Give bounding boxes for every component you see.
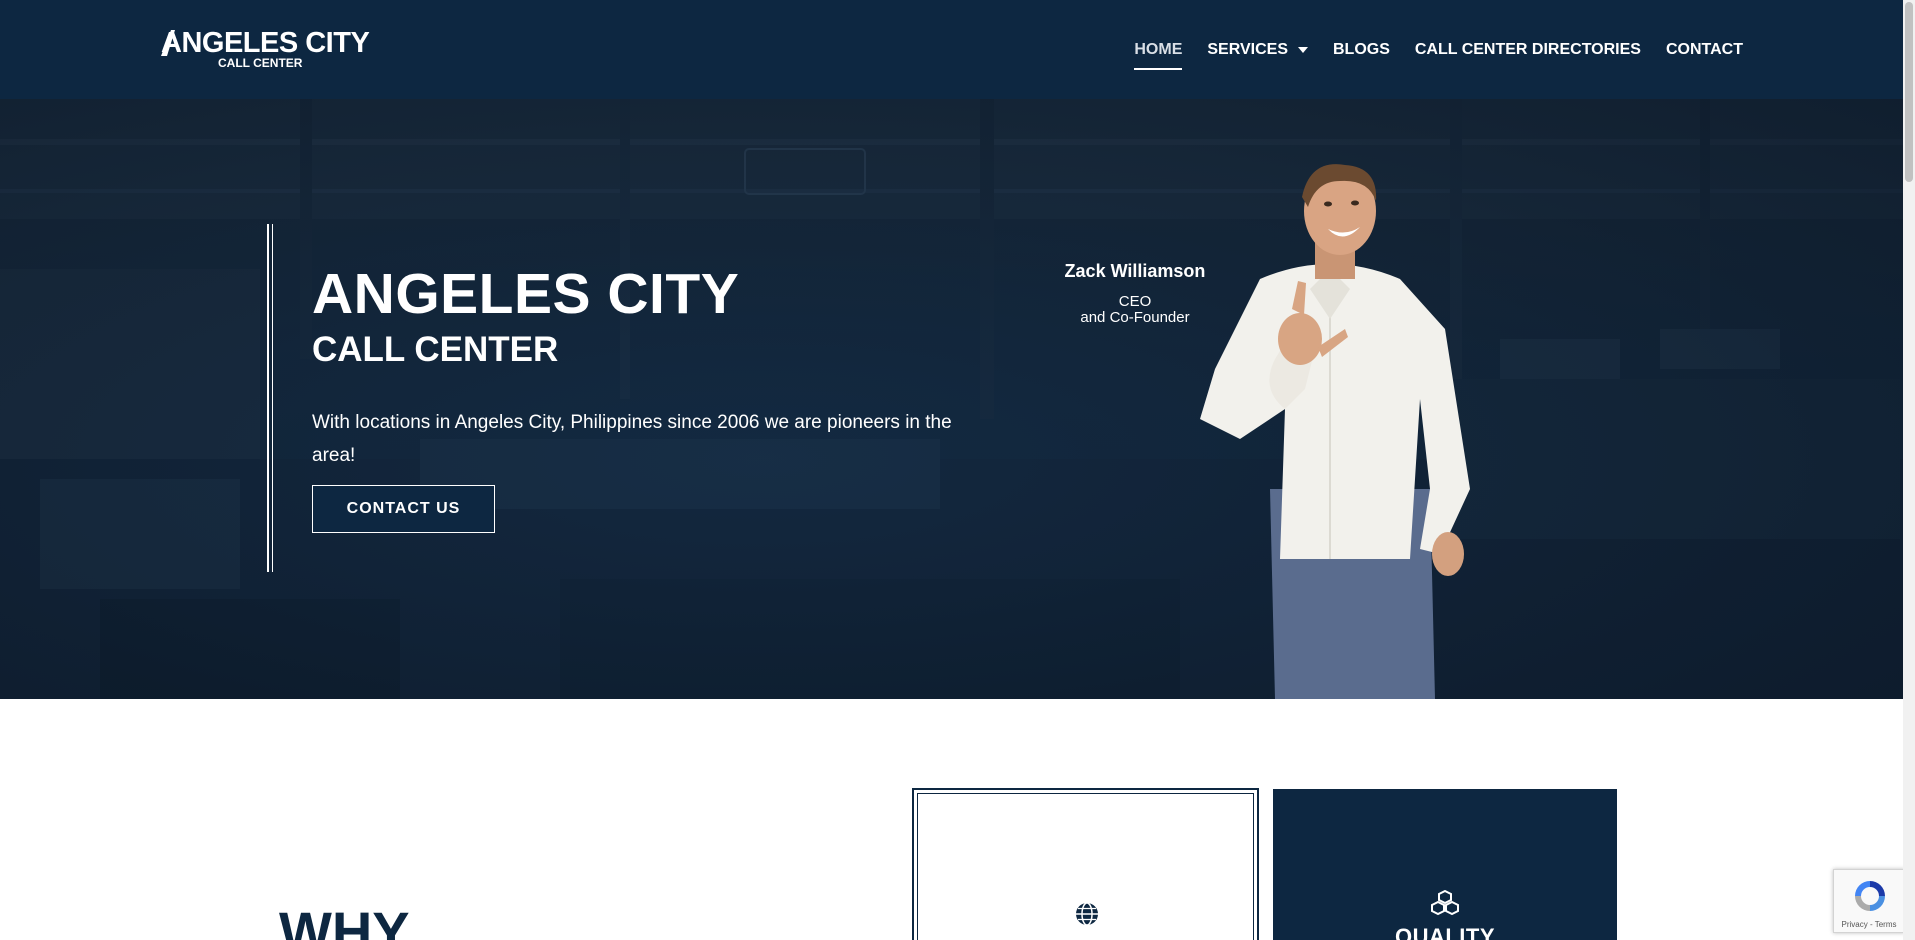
- site-header: ANGELES CITY CALL CENTER HOME SERVICES B…: [0, 0, 1903, 99]
- contact-us-button[interactable]: CONTACT US: [312, 485, 495, 533]
- nav-contact[interactable]: CONTACT: [1666, 30, 1743, 70]
- ceo-photo: [1200, 164, 1470, 699]
- nav-home-label: HOME: [1134, 40, 1183, 58]
- nav-blogs-label: BLOGS: [1332, 40, 1390, 58]
- recaptcha-links: Privacy - Terms: [1834, 920, 1904, 929]
- hero-accent-line: [267, 224, 269, 572]
- nav-directories-label: CALL CENTER DIRECTORIES: [1414, 40, 1641, 58]
- hero-subtitle: CALL CENTER: [312, 330, 559, 369]
- nav-services-label: SERVICES: [1207, 40, 1288, 58]
- nav-directories[interactable]: CALL CENTER DIRECTORIES: [1415, 30, 1641, 70]
- hero-section: ANGELES CITY CALL CENTER With locations …: [0, 99, 1903, 699]
- scrollbar-thumb[interactable]: [1905, 2, 1913, 182]
- page-scrollbar[interactable]: [1903, 0, 1915, 940]
- main-nav: HOME SERVICES BLOGS CALL CENTER DIRECTOR…: [1109, 0, 1743, 99]
- hero-overlay: [0, 99, 1903, 699]
- feature-card-quality: QUALITY: [1273, 789, 1617, 940]
- nav-services[interactable]: SERVICES: [1207, 30, 1308, 70]
- recaptcha-badge[interactable]: Privacy - Terms: [1833, 869, 1905, 933]
- nav-home[interactable]: HOME: [1134, 30, 1183, 70]
- cubes-icon: [1431, 890, 1459, 916]
- feature-card-global: [912, 788, 1259, 940]
- hero-title: ANGELES CITY: [312, 262, 740, 326]
- recaptcha-terms-link[interactable]: Terms: [1875, 920, 1897, 929]
- site-logo[interactable]: ANGELES CITY CALL CENTER: [161, 26, 370, 72]
- nav-contact-label: CONTACT: [1665, 40, 1743, 58]
- why-section-title: WHY: [279, 900, 410, 940]
- globe-icon: [1076, 902, 1098, 926]
- hero-description: With locations in Angeles City, Philippi…: [312, 412, 952, 466]
- chevron-down-icon: [1297, 46, 1308, 53]
- nav-blogs[interactable]: BLOGS: [1333, 30, 1390, 70]
- quality-label: QUALITY: [1394, 924, 1496, 940]
- hero-accent-line-thin: [272, 224, 273, 572]
- recaptcha-separator: -: [1867, 920, 1875, 929]
- logo-sub-text: CALL CENTER: [218, 56, 303, 70]
- logo-main-text: ANGELES CITY: [161, 27, 370, 59]
- recaptcha-icon: [1855, 881, 1885, 911]
- recaptcha-privacy-link[interactable]: Privacy: [1842, 920, 1868, 929]
